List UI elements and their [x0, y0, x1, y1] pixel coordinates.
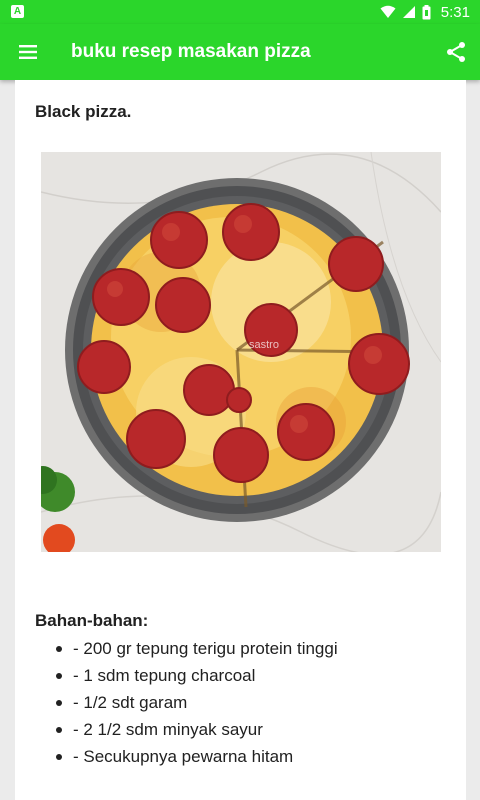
app-title: buku resep masakan pizza	[71, 41, 311, 62]
notification-app-icon: A	[11, 5, 24, 18]
ingredient-item: - 1/2 sdt garam	[52, 689, 338, 716]
status-indicators: 5:31	[380, 0, 470, 24]
ingredient-item: - Secukupnya pewarna hitam	[52, 743, 338, 770]
image-watermark: sastro	[249, 339, 279, 351]
signal-icon	[402, 6, 415, 18]
ingredients-heading: Bahan-bahan:	[35, 611, 149, 630]
status-bar: A 5:31	[0, 0, 480, 24]
hamburger-menu-icon[interactable]	[16, 40, 40, 64]
battery-icon	[422, 4, 431, 19]
wifi-icon	[380, 5, 396, 18]
status-time: 5:31	[440, 3, 470, 21]
recipe-image: sastro	[41, 152, 441, 552]
ingredient-item: - 1 sdm tepung charcoal	[52, 662, 338, 689]
recipe-title: Black pizza.	[35, 102, 132, 121]
ingredients-list: - 200 gr tepung terigu protein tinggi - …	[52, 635, 338, 770]
ingredient-item: - 200 gr tepung terigu protein tinggi	[52, 635, 338, 662]
ingredient-item: - 2 1/2 sdm minyak sayur	[52, 716, 338, 743]
app-bar: buku resep masakan pizza	[0, 24, 480, 80]
pizza-photo: sastro	[41, 152, 441, 552]
recipe-card: Black pizza. sastro Bahan-bahan: - 200 g…	[15, 80, 466, 800]
share-icon[interactable]	[444, 40, 468, 64]
